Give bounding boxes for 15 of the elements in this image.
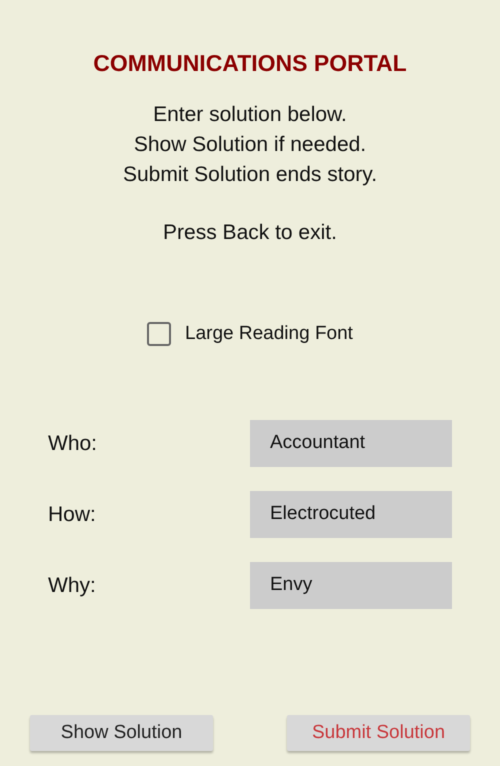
field-label: Why: bbox=[48, 572, 97, 599]
field-label: How: bbox=[48, 502, 97, 528]
instruction-line: Show Solution if needed. bbox=[134, 132, 366, 158]
answer-field[interactable]: Electrocuted bbox=[250, 491, 452, 538]
exit-hint: Press Back to exit. bbox=[163, 220, 337, 246]
answer-field[interactable]: Accountant bbox=[250, 420, 452, 467]
large-font-checkbox[interactable] bbox=[147, 322, 172, 346]
show-solution-button[interactable]: Show Solution bbox=[30, 715, 213, 751]
portal-title: COMMUNICATIONS PORTAL bbox=[93, 49, 407, 78]
checkbox-label: Large Reading Font bbox=[185, 322, 353, 346]
instruction-line: Submit Solution ends story. bbox=[122, 162, 378, 188]
answer-field[interactable]: Envy bbox=[250, 562, 452, 609]
field-label: Who: bbox=[48, 430, 98, 457]
instruction-line: Enter solution below. bbox=[153, 102, 347, 128]
submit-button[interactable]: Submit Solution bbox=[287, 715, 470, 751]
